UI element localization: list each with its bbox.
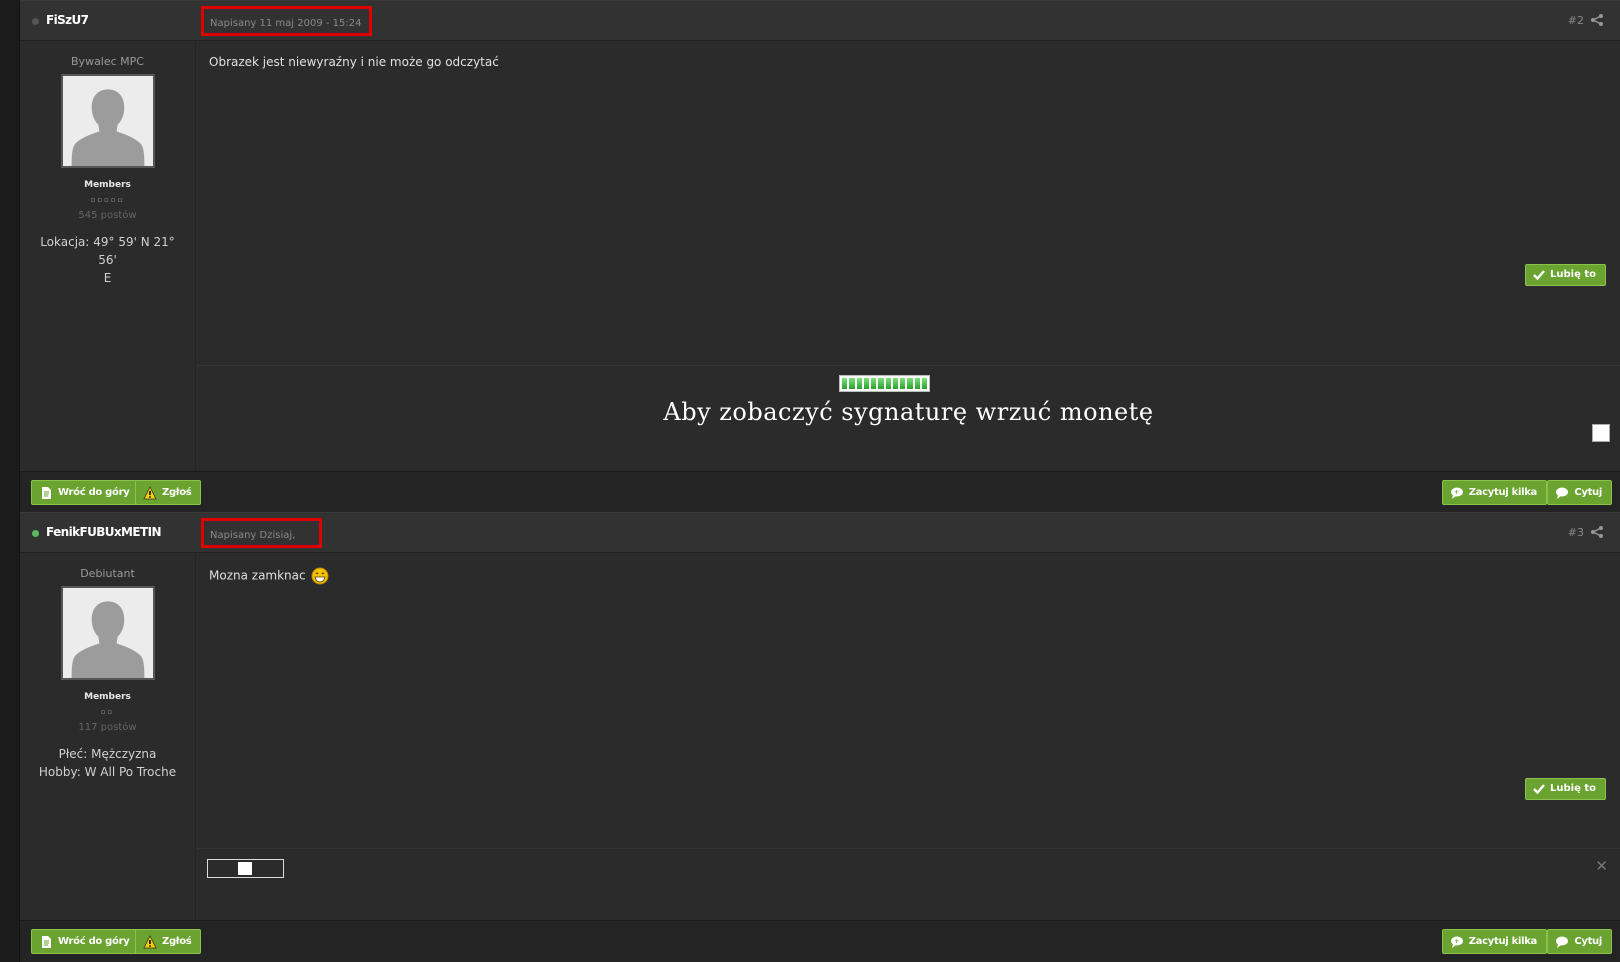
multiquote-label: Zacytuj kilka <box>1468 487 1538 498</box>
warning-icon <box>143 485 157 499</box>
like-button[interactable]: Lubię to <box>1525 264 1606 286</box>
gender-field: Płeć: Mężczyzna <box>58 747 157 761</box>
report-label: Zgłoś <box>162 936 192 947</box>
post-3: FenikFUBUxMETIN Napisany Dzisiaj, 21:35 … <box>20 512 1620 962</box>
rank-pips: ▫▫▫▫▫ <box>90 196 125 204</box>
multiquote-button[interactable]: + Zacytuj kilka <box>1441 480 1547 505</box>
author-name-link[interactable]: FenikFUBUxMETIN <box>46 525 162 539</box>
hobby-field: Hobby: W All Po Troche <box>38 765 177 779</box>
quote-button[interactable]: Cytuj <box>1547 480 1612 505</box>
location-field-cont: E <box>103 271 112 285</box>
laughing-smiley-icon <box>311 567 329 585</box>
post-2: FiSzU7 Napisany 11 maj 2009 - 15:24 #2 B… <box>20 0 1620 512</box>
avatar[interactable] <box>60 74 155 168</box>
page-icon <box>42 486 51 499</box>
page-icon <box>42 935 51 948</box>
svg-text:+: + <box>1454 489 1459 496</box>
quote-icon <box>1556 487 1569 499</box>
author-name-link[interactable]: FiSzU7 <box>46 13 89 27</box>
member-group: Members <box>84 180 131 190</box>
left-gutter <box>0 0 20 962</box>
like-button[interactable]: Lubię to <box>1525 778 1606 800</box>
member-group: Members <box>84 692 131 702</box>
post-content: Mozna zamknac <box>209 567 329 585</box>
report-button[interactable]: Zgłoś <box>135 929 202 954</box>
author-sidebar: Debiutant Members ▫▫ 117 postów Płeć: Mę… <box>20 553 196 920</box>
quote-label: Cytuj <box>1574 487 1602 498</box>
multiquote-label: Zacytuj kilka <box>1468 936 1538 947</box>
post-date: Napisany Dzisiaj, 21:35 <box>201 518 322 571</box>
share-icon[interactable] <box>1590 525 1604 539</box>
signature: Aby zobaczyć sygnaturę wrzuć monetę <box>197 365 1620 471</box>
broken-image-icon <box>238 862 252 875</box>
post-content: Obrazek jest niewyraźny i nie może go od… <box>209 55 499 69</box>
rank-title: Bywalec MPC <box>71 55 144 68</box>
warning-icon <box>143 934 157 948</box>
like-label: Lubię to <box>1550 269 1596 280</box>
online-status-dot <box>32 530 39 537</box>
location-field: Lokacja: 49° 59' N 21° 56' <box>40 235 175 267</box>
post-number-link[interactable]: #2 <box>1568 14 1584 27</box>
back-to-top-label: Wróć do góry <box>58 487 130 498</box>
post-footer: Wróć do góry Zgłoś + Zacytuj kilka Cytuj <box>20 920 1620 962</box>
signature-image <box>207 859 284 878</box>
avatar[interactable] <box>60 586 155 680</box>
post-number-link[interactable]: #3 <box>1568 526 1584 539</box>
forum-thread-page: FiSzU7 Napisany 11 maj 2009 - 15:24 #2 B… <box>0 0 1620 962</box>
svg-text:+: + <box>1454 938 1459 945</box>
quote-label: Cytuj <box>1574 936 1602 947</box>
post-header: FiSzU7 Napisany 11 maj 2009 - 15:24 #2 <box>20 0 1620 41</box>
quote-button[interactable]: Cytuj <box>1547 929 1612 954</box>
report-label: Zgłoś <box>162 487 192 498</box>
multiquote-icon: + <box>1450 936 1463 948</box>
post-footer: Wróć do góry Zgłoś + Zacytuj kilka Cytuj <box>20 471 1620 512</box>
broken-image-icon <box>1592 424 1610 442</box>
multiquote-button[interactable]: + Zacytuj kilka <box>1441 929 1547 954</box>
signature-text: Aby zobaczyć sygnaturę wrzuć monetę <box>663 398 1154 426</box>
like-label: Lubię to <box>1550 783 1596 794</box>
back-to-top-button[interactable]: Wróć do góry <box>31 480 140 505</box>
quote-icon <box>1556 936 1569 948</box>
rank-title: Debiutant <box>80 567 135 580</box>
post-header: FenikFUBUxMETIN Napisany Dzisiaj, 21:35 … <box>20 512 1620 571</box>
back-to-top-label: Wróć do góry <box>58 936 130 947</box>
post-date: Napisany 11 maj 2009 - 15:24 <box>201 6 372 36</box>
offline-status-dot <box>32 18 39 25</box>
check-icon <box>1533 270 1545 281</box>
post-content-text: Mozna zamknac <box>209 568 306 583</box>
rank-pips: ▫▫ <box>100 708 115 716</box>
signature: ✕ <box>197 848 1620 920</box>
share-icon[interactable] <box>1590 13 1604 27</box>
report-button[interactable]: Zgłoś <box>135 480 202 505</box>
multiquote-icon: + <box>1450 487 1463 499</box>
close-icon[interactable]: ✕ <box>1595 857 1608 875</box>
post-body: Mozna zamknac Lubię to <box>197 553 1620 877</box>
post-count: 545 postów <box>78 210 137 221</box>
back-to-top-button[interactable]: Wróć do góry <box>31 929 140 954</box>
post-count: 117 postów <box>78 722 137 733</box>
check-icon <box>1533 784 1545 795</box>
author-sidebar: Bywalec MPC Members ▫▫▫▫▫ 545 postów Lok… <box>20 41 196 471</box>
post-body: Obrazek jest niewyraźny i nie może go od… <box>197 41 1620 365</box>
coin-progress-image <box>839 375 930 392</box>
